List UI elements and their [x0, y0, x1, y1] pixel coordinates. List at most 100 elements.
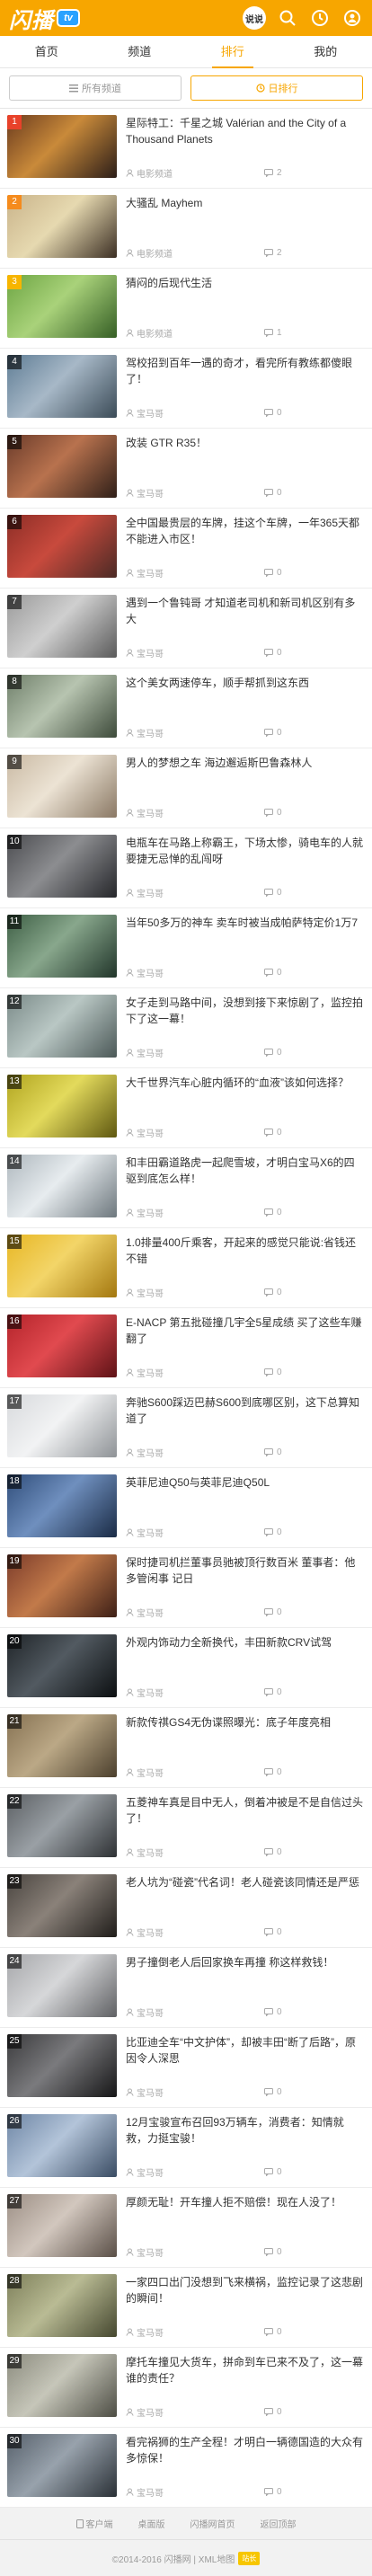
- list-item[interactable]: 13大千世界汽车心脏内循环的“血液”该如何选择？宝马哥0: [0, 1068, 372, 1148]
- video-title[interactable]: 遇到一个鲁钝哥 才知道老司机和新司机区别有多大: [126, 595, 365, 627]
- footer-link-home[interactable]: 闪播网首页: [190, 2517, 235, 2530]
- video-title[interactable]: 电瓶车在马路上称霸王，下场太惨，骑电车的人就要捷无忌惮的乱闯呀: [126, 835, 365, 867]
- search-icon[interactable]: [277, 7, 298, 29]
- list-item[interactable]: 14和丰田霸道路虎一起爬雪坡，才明白宝马X6的四驱到底怎么样！宝马哥0: [0, 1148, 372, 1228]
- video-thumbnail[interactable]: 25: [7, 2034, 117, 2097]
- list-item[interactable]: 17奔驰S600踩迈巴赫S600到底哪区别，这下总算知道了宝马哥0: [0, 1388, 372, 1468]
- avatar[interactable]: 说说: [243, 6, 266, 30]
- source[interactable]: 宝马哥: [126, 2085, 164, 2099]
- daily-rank-filter[interactable]: 日排行: [190, 75, 363, 101]
- list-item[interactable]: 22五菱神车真是目中无人，倒着冲被是不是自信过头了！宝马哥0: [0, 1788, 372, 1868]
- video-thumbnail[interactable]: 7: [7, 595, 117, 658]
- source[interactable]: 宝马哥: [126, 886, 164, 899]
- video-thumbnail[interactable]: 21: [7, 1714, 117, 1777]
- video-thumbnail[interactable]: 22: [7, 1794, 117, 1857]
- video-thumbnail[interactable]: 3: [7, 275, 117, 338]
- video-title[interactable]: E-NACP 第五批碰撞几宇全5星成绩 买了这些车赚翻了: [126, 1315, 365, 1347]
- video-thumbnail[interactable]: 11: [7, 915, 117, 978]
- all-channels-filter[interactable]: 所有频道: [9, 75, 182, 101]
- history-clock-icon[interactable]: [309, 7, 331, 29]
- video-title[interactable]: 驾校招到百年一遇的奇才，看完所有教练都傻眼了！: [126, 355, 365, 387]
- list-item[interactable]: 29摩托车撞见大货车，拼命到车已来不及了，这一幕谁的责任？宝马哥0: [0, 2348, 372, 2428]
- video-thumbnail[interactable]: 30: [7, 2434, 117, 2497]
- video-title[interactable]: 老人坑为“碰瓷”代名词！老人碰瓷该同情还是严惩: [126, 1874, 365, 1890]
- video-title[interactable]: 看完祸狮的生产全程！才明白一辆德国造的大众有多惊保！: [126, 2434, 365, 2466]
- video-thumbnail[interactable]: 18: [7, 1474, 117, 1537]
- source[interactable]: 宝马哥: [126, 2005, 164, 2019]
- source[interactable]: 宝马哥: [126, 2405, 164, 2419]
- video-title[interactable]: 猜闷的后现代生活: [126, 275, 365, 291]
- source[interactable]: 电影频道: [126, 166, 173, 180]
- source[interactable]: 宝马哥: [126, 2325, 164, 2339]
- source[interactable]: 宝马哥: [126, 1686, 164, 1699]
- source[interactable]: 宝马哥: [126, 486, 164, 500]
- list-item[interactable]: 20外观内饰动力全新换代，丰田新款CRV试驾宝马哥0: [0, 1628, 372, 1708]
- video-thumbnail[interactable]: 12: [7, 995, 117, 1058]
- video-title[interactable]: 新款传祺GS4无伪谍照曝光：底子年度亮相: [126, 1714, 365, 1731]
- user-icon[interactable]: [341, 7, 363, 29]
- video-thumbnail[interactable]: 27: [7, 2194, 117, 2257]
- footer-link-client[interactable]: 客户端: [76, 2517, 113, 2530]
- list-item[interactable]: 3猜闷的后现代生活电影频道1: [0, 269, 372, 349]
- list-item[interactable]: 21新款传祺GS4无伪谍照曝光：底子年度亮相宝马哥0: [0, 1708, 372, 1788]
- video-thumbnail[interactable]: 16: [7, 1315, 117, 1377]
- video-title[interactable]: 厚颜无耻！开车撞人拒不赔偿！现在人没了！: [126, 2194, 365, 2210]
- source[interactable]: 宝马哥: [126, 1046, 164, 1059]
- list-item[interactable]: 27厚颜无耻！开车撞人拒不赔偿！现在人没了！宝马哥0: [0, 2188, 372, 2268]
- video-thumbnail[interactable]: 15: [7, 1235, 117, 1297]
- list-item[interactable]: 30看完祸狮的生产全程！才明白一辆德国造的大众有多惊保！宝马哥0: [0, 2428, 372, 2508]
- source[interactable]: 宝马哥: [126, 1526, 164, 1539]
- video-title[interactable]: 外观内饰动力全新换代，丰田新款CRV试驾: [126, 1634, 365, 1651]
- source[interactable]: 宝马哥: [126, 566, 164, 580]
- video-thumbnail[interactable]: 5: [7, 435, 117, 498]
- list-item[interactable]: 24男子撞倒老人后回家换车再撞 称这样救钱！宝马哥0: [0, 1948, 372, 2028]
- video-thumbnail[interactable]: 4: [7, 355, 117, 418]
- list-item[interactable]: 16E-NACP 第五批碰撞几宇全5星成绩 买了这些车赚翻了宝马哥0: [0, 1308, 372, 1388]
- video-title[interactable]: 大千世界汽车心脏内循环的“血液”该如何选择？: [126, 1075, 365, 1091]
- source[interactable]: 宝马哥: [126, 1925, 164, 1939]
- video-title[interactable]: 比亚迪全车“中文护体”，却被丰田“断了后路”，原因令人深思: [126, 2034, 365, 2067]
- list-item[interactable]: 2大骚乱 Mayhem电影频道2: [0, 189, 372, 269]
- list-item[interactable]: 7遇到一个鲁钝哥 才知道老司机和新司机区别有多大宝马哥0: [0, 589, 372, 668]
- video-title[interactable]: 英菲尼迪Q50与英菲尼迪Q50L: [126, 1474, 365, 1491]
- video-thumbnail[interactable]: 20: [7, 1634, 117, 1697]
- video-title[interactable]: 全中国最贵层的车牌，挂这个车牌，一年365天都不能进入市区！: [126, 515, 365, 547]
- video-title[interactable]: 一家四口出门没想到飞来横祸，监控记录了这悲剧的瞬间！: [126, 2274, 365, 2306]
- source[interactable]: 电影频道: [126, 246, 173, 260]
- video-thumbnail[interactable]: 8: [7, 675, 117, 738]
- video-thumbnail[interactable]: 2: [7, 195, 117, 258]
- list-item[interactable]: 151.0排量400斤乘客，开起来的感觉只能说:省钱还不错宝马哥0: [0, 1228, 372, 1308]
- video-thumbnail[interactable]: 13: [7, 1075, 117, 1138]
- source[interactable]: 宝马哥: [126, 1446, 164, 1459]
- list-item[interactable]: 28一家四口出门没想到飞来横祸，监控记录了这悲剧的瞬间！宝马哥0: [0, 2268, 372, 2348]
- video-thumbnail[interactable]: 1: [7, 115, 117, 178]
- video-title[interactable]: 大骚乱 Mayhem: [126, 195, 365, 211]
- video-title[interactable]: 女子走到马路中间，没想到接下来惊剧了，监控拍下了这一幕！: [126, 995, 365, 1027]
- video-thumbnail[interactable]: 24: [7, 1954, 117, 2017]
- video-thumbnail[interactable]: 10: [7, 835, 117, 898]
- site-logo[interactable]: 闪播 tv: [9, 4, 80, 31]
- video-thumbnail[interactable]: 6: [7, 515, 117, 578]
- source[interactable]: 宝马哥: [126, 966, 164, 979]
- video-thumbnail[interactable]: 28: [7, 2274, 117, 2337]
- video-title[interactable]: 男子撞倒老人后回家换车再撞 称这样救钱！: [126, 1954, 365, 1970]
- source[interactable]: 宝马哥: [126, 726, 164, 739]
- video-thumbnail[interactable]: 9: [7, 755, 117, 818]
- video-title[interactable]: 和丰田霸道路虎一起爬雪坡，才明白宝马X6的四驱到底怎么样！: [126, 1155, 365, 1187]
- source[interactable]: 宝马哥: [126, 1766, 164, 1779]
- list-item[interactable]: 18英菲尼迪Q50与英菲尼迪Q50L宝马哥0: [0, 1468, 372, 1548]
- list-item[interactable]: 10电瓶车在马路上称霸王，下场太惨，骑电车的人就要捷无忌惮的乱闯呀宝马哥0: [0, 828, 372, 908]
- video-title[interactable]: 当年50多万的神车 卖车时被当成帕萨特定价1万7: [126, 915, 365, 931]
- list-item[interactable]: 9男人的梦想之车 海边邂逅斯巴鲁森林人宝马哥0: [0, 748, 372, 828]
- list-item[interactable]: 4驾校招到百年一遇的奇才，看完所有教练都傻眼了！宝马哥0: [0, 349, 372, 429]
- video-thumbnail[interactable]: 19: [7, 1554, 117, 1617]
- source[interactable]: 宝马哥: [126, 2165, 164, 2179]
- video-title[interactable]: 12月宝骏宣布召回93万辆车，消费者：知情就救，力挺宝骏！: [126, 2114, 365, 2147]
- list-item[interactable]: 1星际特工：千星之城 Valérian and the City of a Th…: [0, 109, 372, 189]
- source[interactable]: 宝马哥: [126, 2245, 164, 2259]
- footer-link-top[interactable]: 返回顶部: [261, 2517, 297, 2530]
- source[interactable]: 宝马哥: [126, 1606, 164, 1619]
- source[interactable]: 宝马哥: [126, 646, 164, 659]
- tab-home[interactable]: 首页: [0, 36, 93, 67]
- list-item[interactable]: 2612月宝骏宣布召回93万辆车，消费者：知情就救，力挺宝骏！宝马哥0: [0, 2108, 372, 2188]
